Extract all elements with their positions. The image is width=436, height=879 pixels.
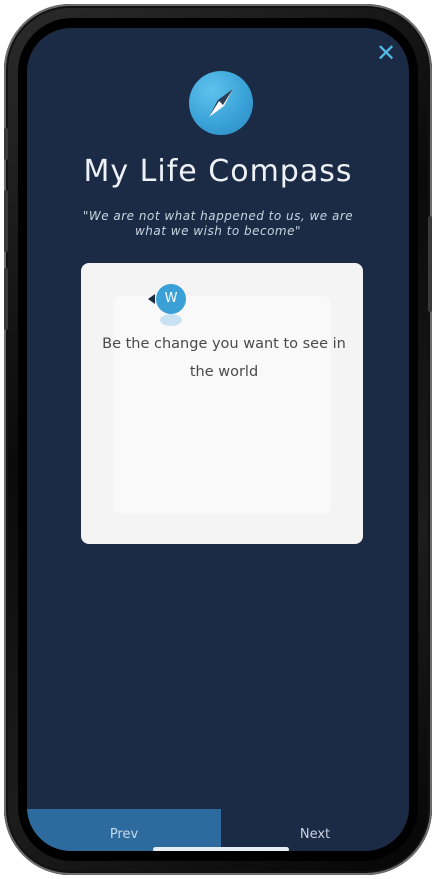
home-indicator[interactable] (153, 847, 289, 851)
value-card[interactable] (81, 263, 363, 544)
badge-pointer-icon (148, 294, 155, 304)
page-title: My Life Compass (83, 154, 353, 189)
prev-button[interactable]: Prev (27, 809, 221, 851)
mute-switch (4, 128, 8, 160)
quote-text: "We are not what happened to us, we are … (82, 209, 354, 238)
badge-shadow (160, 314, 182, 326)
letter-badge: W (156, 284, 186, 314)
compass-icon (189, 71, 253, 135)
app-screen: ✕ My Life Compass "We are not what happe… (27, 28, 409, 851)
volume-down-button (4, 268, 8, 330)
footer-nav: Prev Next (27, 809, 409, 851)
next-button[interactable]: Next (221, 809, 409, 851)
volume-up-button (4, 190, 8, 252)
card-inner-panel (113, 296, 331, 514)
power-button (428, 216, 432, 312)
close-icon[interactable]: ✕ (375, 41, 397, 65)
card-text: Be the change you want to see in the wor… (102, 336, 346, 380)
